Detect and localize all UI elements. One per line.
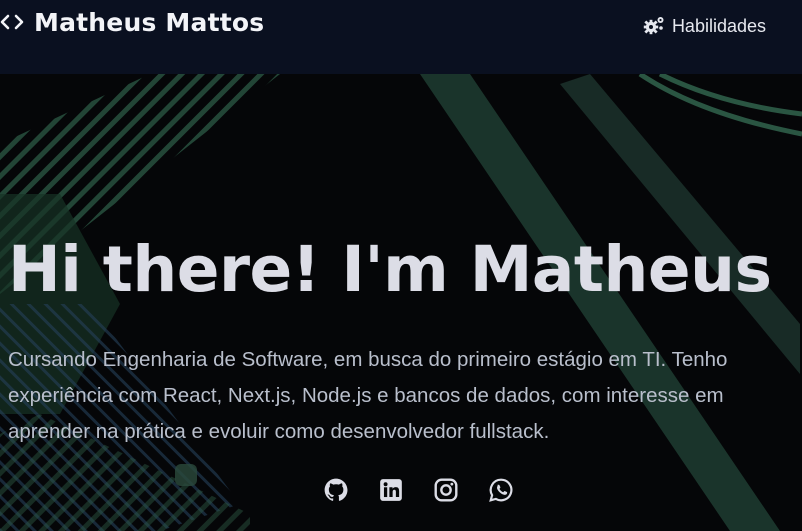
top-navbar: Matheus Mattos Habilidades: [0, 0, 802, 74]
github-icon: [324, 478, 348, 501]
nav-link-habilidades[interactable]: Habilidades: [642, 11, 766, 41]
social-links: [322, 476, 515, 504]
nav-link-label: Habilidades: [671, 15, 766, 36]
gears-icon: [643, 17, 664, 35]
instagram-link[interactable]: [432, 476, 460, 504]
whatsapp-icon: [489, 478, 513, 502]
github-link[interactable]: [322, 476, 350, 504]
whatsapp-link[interactable]: [487, 476, 515, 504]
hero-title: Hi there! I'm Matheus: [8, 233, 772, 306]
hero-description: Cursando Engenharia de Software, em busc…: [8, 348, 728, 443]
linkedin-link[interactable]: [377, 476, 405, 504]
brand[interactable]: Matheus Mattos: [0, 4, 264, 40]
code-brackets-icon: [0, 14, 24, 30]
instagram-icon: [434, 478, 458, 502]
brand-name: Matheus Mattos: [34, 7, 265, 37]
linkedin-icon: [380, 479, 402, 501]
hero-section: Hi there! I'm Matheus Cursando Engenhari…: [0, 74, 802, 531]
